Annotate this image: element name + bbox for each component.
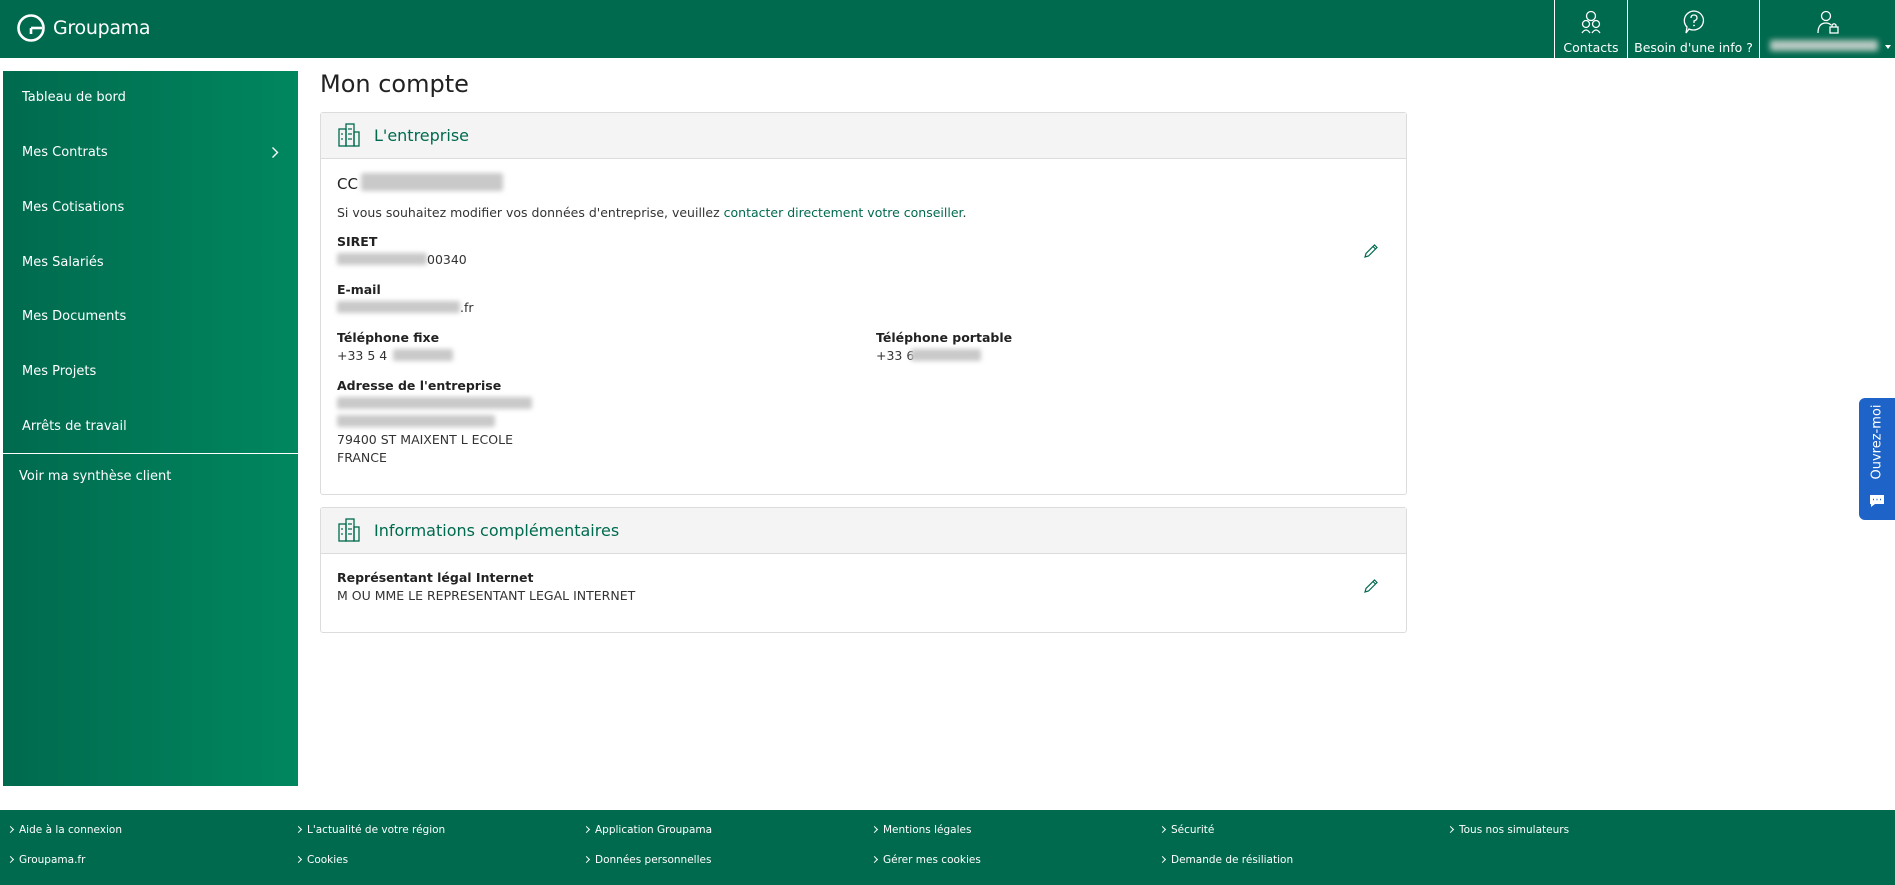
brand-name: Groupama	[53, 17, 151, 39]
address-line4: FRANCE	[337, 450, 387, 465]
entreprise-card-header: L'entreprise	[321, 113, 1406, 159]
top-header: Groupama Contacts Besoin d'une info ?	[0, 0, 1895, 58]
footer-link-mentions-legales[interactable]: Mentions légales	[883, 824, 971, 836]
chat-bubble-icon	[1870, 495, 1884, 507]
question-bubble-icon	[1683, 10, 1704, 34]
siret-label: SIRET	[337, 234, 378, 249]
sidebar-item-mes-documents[interactable]: Mes Documents	[3, 290, 298, 345]
user-account-menu[interactable]	[1759, 0, 1895, 58]
tel-fixe-value: +33 5 4	[337, 348, 388, 363]
sidebar-item-label: Mes Salariés	[22, 255, 104, 270]
sidebar-item-label: Arrêts de travail	[22, 419, 127, 434]
footer-link-cookies[interactable]: Cookies	[307, 854, 348, 866]
footer-link-groupama-fr[interactable]: Groupama.fr	[19, 854, 85, 866]
buildings-icon	[338, 518, 360, 542]
user-name-redacted	[1770, 40, 1878, 51]
sidebar-item-mes-cotisations[interactable]: Mes Cotisations	[3, 181, 298, 236]
contacts-icon	[1581, 10, 1601, 34]
tel-fixe-redacted	[393, 349, 453, 361]
address-line1-redacted	[337, 397, 532, 409]
chevron-down-icon	[1885, 45, 1891, 49]
email-value: .fr	[460, 300, 474, 315]
tel-portable-label: Téléphone portable	[876, 330, 1013, 345]
footer-link-securite[interactable]: Sécurité	[1171, 824, 1214, 836]
chevron-right-icon	[272, 147, 279, 158]
brand-logo[interactable]: Groupama	[16, 13, 151, 43]
footer-link-resiliation[interactable]: Demande de résiliation	[1171, 854, 1293, 866]
info-complementaires-card: Informations complémentaires Représentan…	[320, 507, 1407, 633]
footer-link-donnees-personnelles[interactable]: Données personnelles	[595, 854, 711, 866]
address-label: Adresse de l'entreprise	[337, 378, 502, 393]
modify-note: Si vous souhaitez modifier vos données d…	[337, 205, 967, 220]
entreprise-card: L'entreprise CC Si vous souhaitez modifi…	[320, 112, 1407, 495]
siret-redacted	[337, 253, 427, 265]
sidebar-item-label: Mes Contrats	[22, 145, 108, 160]
footer-link-simulateurs[interactable]: Tous nos simulateurs	[1459, 824, 1569, 836]
email-label: E-mail	[337, 282, 381, 297]
feedback-label: Ouvrez-moi	[1869, 404, 1885, 480]
representant-label: Représentant légal Internet	[337, 570, 534, 585]
address-line3: 79400 ST MAIXENT L ECOLE	[337, 432, 513, 447]
footer-link-application[interactable]: Application Groupama	[595, 824, 712, 836]
modify-note-text: Si vous souhaitez modifier vos données d…	[337, 205, 724, 220]
groupama-logo-icon	[17, 14, 45, 42]
sidebar-item-arrets-de-travail[interactable]: Arrêts de travail	[3, 400, 298, 455]
sidebar-item-mes-projets[interactable]: Mes Projets	[3, 345, 298, 400]
sidebar-item-mes-salaries[interactable]: Mes Salariés	[3, 236, 298, 291]
contacts-button[interactable]: Contacts	[1554, 0, 1627, 58]
contacts-label: Contacts	[1563, 40, 1619, 55]
representant-value: M OU MME LE REPRESENTANT LEGAL INTERNET	[337, 588, 636, 603]
sidebar-item-label: Mes Documents	[22, 309, 127, 324]
help-info-label: Besoin d'une info ?	[1634, 40, 1753, 55]
contact-advisor-link[interactable]: contacter directement votre conseiller	[724, 205, 963, 220]
footer: Aide à la connexion L'actualité de votre…	[0, 810, 1895, 885]
sidebar-item-mes-contrats[interactable]: Mes Contrats	[3, 126, 298, 181]
tel-portable-redacted	[911, 349, 981, 361]
modify-note-end: .	[962, 205, 967, 220]
footer-link-gerer-cookies[interactable]: Gérer mes cookies	[883, 854, 981, 866]
edit-pencil-icon[interactable]	[1363, 243, 1379, 259]
synthese-client-link[interactable]: Voir ma synthèse client	[19, 469, 171, 484]
help-info-button[interactable]: Besoin d'une info ?	[1627, 0, 1759, 58]
user-lock-icon	[1816, 10, 1839, 34]
tel-fixe-label: Téléphone fixe	[337, 330, 440, 345]
sidebar-item-label: Mes Projets	[22, 364, 97, 379]
feedback-tab[interactable]: Ouvrez-moi	[1859, 398, 1895, 520]
company-name-redacted	[361, 173, 503, 191]
address-line2-redacted	[337, 415, 495, 427]
footer-link-aide-connexion[interactable]: Aide à la connexion	[19, 824, 122, 836]
email-redacted	[337, 301, 460, 313]
sidebar-divider	[3, 453, 298, 454]
info-complementaires-header: Informations complémentaires	[321, 508, 1406, 554]
info-complementaires-title: Informations complémentaires	[374, 521, 620, 540]
footer-link-actualite-region[interactable]: L'actualité de votre région	[307, 824, 445, 836]
tel-portable-value: +33 6	[876, 348, 915, 363]
sidebar-item-tableau-de-bord[interactable]: Tableau de bord	[3, 71, 298, 126]
edit-pencil-icon[interactable]	[1363, 578, 1379, 594]
siret-value: 00340	[427, 252, 467, 267]
page-title: Mon compte	[320, 70, 469, 98]
sidebar-item-label: Mes Cotisations	[22, 200, 125, 215]
entreprise-card-title: L'entreprise	[374, 126, 469, 145]
company-name-prefix: CC	[337, 175, 358, 193]
sidebar-nav: Tableau de bord Mes Contrats Mes Cotisat…	[3, 71, 298, 786]
sidebar-item-label: Tableau de bord	[22, 90, 126, 105]
buildings-icon	[338, 123, 360, 147]
